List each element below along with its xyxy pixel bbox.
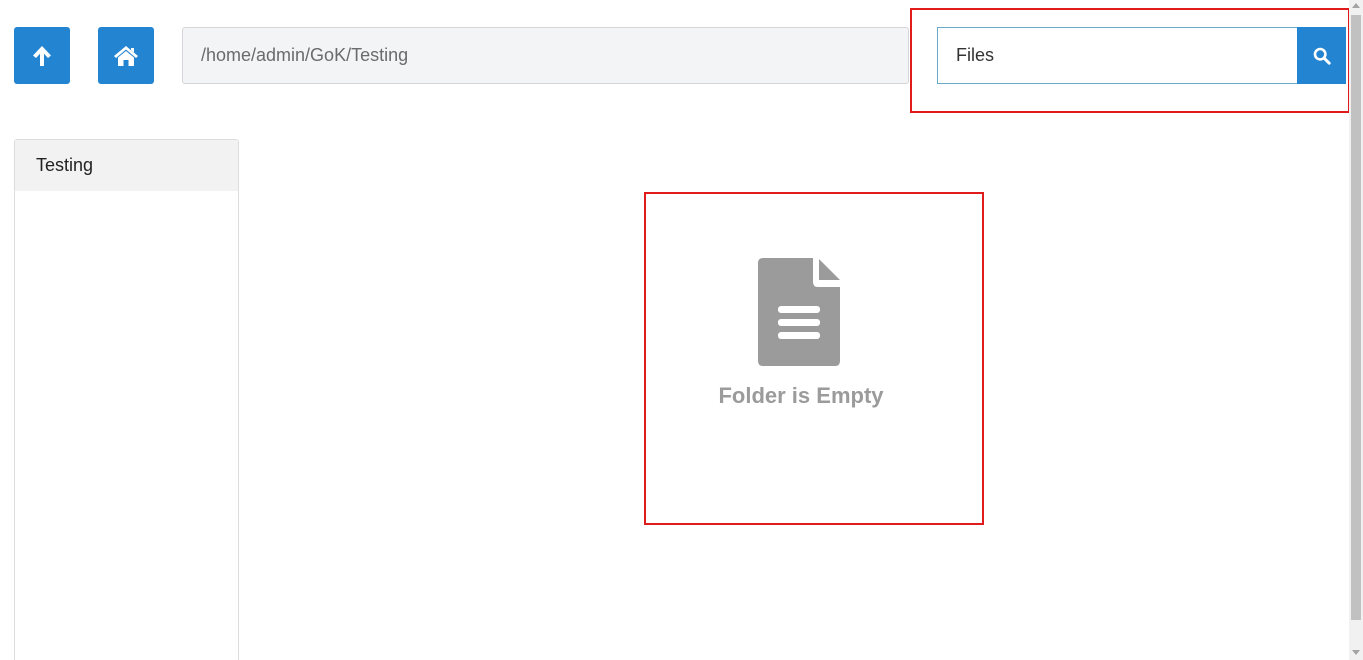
search-icon — [1313, 47, 1331, 65]
sidebar-item-label: Testing — [36, 155, 94, 175]
document-icon — [758, 258, 840, 366]
arrow-up-icon — [33, 45, 51, 66]
page-scrollbar[interactable] — [1349, 0, 1363, 660]
sidebar-item-testing[interactable]: Testing — [15, 140, 238, 191]
folder-sidebar: Testing — [14, 139, 239, 660]
search-input[interactable] — [937, 27, 1297, 84]
scroll-up-arrow-icon[interactable] — [1352, 3, 1360, 8]
scrollbar-thumb[interactable] — [1351, 15, 1361, 620]
parent-folder-button[interactable] — [14, 27, 70, 84]
file-browser-page: Testing Folder is Empty — [0, 0, 1363, 660]
current-path-field[interactable] — [182, 27, 909, 84]
home-icon — [114, 45, 138, 66]
scroll-down-arrow-icon[interactable] — [1352, 650, 1360, 655]
search-button[interactable] — [1297, 27, 1346, 84]
empty-folder-message: Folder is Empty — [718, 383, 884, 408]
home-button[interactable] — [98, 27, 154, 84]
